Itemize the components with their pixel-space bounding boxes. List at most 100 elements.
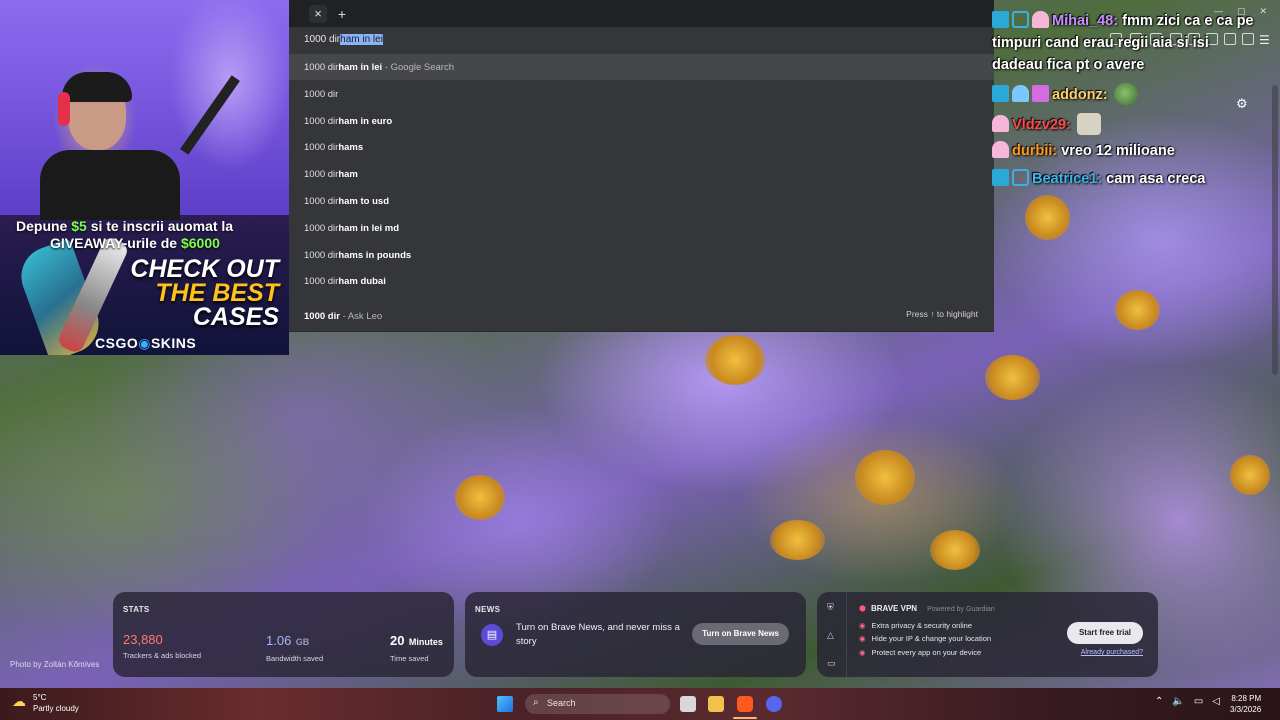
gear-icon[interactable]: ⚙ (1236, 96, 1248, 112)
omnibox-suggestion[interactable]: 1000 dirham in lei - Google Search (289, 54, 994, 80)
sponsor-banner: Depune $5 si te inscrii auomat la GIVEAW… (0, 215, 289, 355)
vpn-shield-icon[interactable]: ⛨ (827, 602, 837, 612)
omnibox-suggestion[interactable]: 1000 dirham dubai (289, 268, 994, 294)
flower-decoration (770, 520, 825, 560)
already-purchased-link[interactable]: Already purchased? (1081, 649, 1143, 656)
file-explorer-icon[interactable] (708, 696, 724, 712)
streamer-webcam: Depune $5 si te inscrii auomat la GIVEAW… (0, 0, 289, 355)
omnibox-dropdown: 1000 dirham in lei 1000 dirham in lei - … (289, 27, 994, 332)
network-icon[interactable]: ▭ (1194, 696, 1203, 707)
brave-browser-icon[interactable] (737, 696, 753, 712)
moderator-badge-icon (992, 169, 1009, 186)
check-icon: ◉ (859, 634, 866, 643)
news-title: NEWS (475, 605, 501, 614)
flower-decoration (1230, 455, 1270, 495)
check-icon: ◉ (859, 648, 866, 657)
headset-icon (58, 92, 70, 126)
chat-username: durbii: (1012, 143, 1058, 159)
news-promo-text: Turn on Brave News, and never miss a sto… (516, 622, 680, 647)
check-icon: ◉ (859, 621, 866, 630)
promo-text: Depune $5 si te inscrii auomat la (16, 218, 234, 234)
streamer-cap (62, 72, 132, 102)
trackers-value: 23,880 (123, 632, 163, 647)
ghost-badge-icon (992, 141, 1009, 158)
newspaper-icon: ▤ (481, 624, 503, 646)
frog-emote-icon (1113, 83, 1138, 105)
gift-badge-icon (1032, 85, 1049, 102)
bandwidth-value: 1.06 (266, 633, 292, 648)
page-scrollbar[interactable] (1271, 85, 1279, 380)
ghost-badge-icon (1032, 11, 1049, 28)
bandwidth-label: Bandwidth saved (266, 654, 324, 663)
vpn-title: ⬢ BRAVE VPN Powered by Guardian (859, 604, 995, 613)
vip-badge-icon (1012, 169, 1029, 186)
chat-message: Beatrice1: cam asa creca (992, 168, 1205, 190)
rewards-triangle-icon[interactable]: △ (827, 630, 837, 640)
flower-decoration (705, 335, 765, 385)
photo-credit[interactable]: Photo by Zoltán Kőmíves (10, 660, 99, 669)
streamer-body (40, 150, 180, 220)
speaker-icon[interactable]: 🔈 (1172, 696, 1184, 707)
flower-decoration (1115, 290, 1160, 330)
keyboard-hint: Press ↑ to highlight (906, 309, 978, 319)
flower-decoration (985, 355, 1040, 400)
ghost-badge-icon (992, 115, 1009, 132)
weather-widget[interactable]: ☁ 5°C Partly cloudy (12, 692, 79, 714)
vpn-feature: ◉ Protect every app on your device (859, 648, 982, 657)
clock-date: 3/3/2026 (1230, 705, 1262, 714)
omnibox-suggestion[interactable]: 1000 dirhams in pounds (289, 242, 994, 268)
bandwidth-unit: GB (295, 637, 310, 647)
windows-taskbar: ☁ 5°C Partly cloudy ⌕ Search ⌃ 🔈 ▭ ◁ 8:28 PM… (0, 688, 1280, 720)
start-free-trial-button[interactable]: Start free trial (1066, 622, 1143, 644)
time-value: 20 (390, 633, 405, 648)
news-card: NEWS ▤ Turn on Brave News, and never mis… (465, 592, 806, 677)
close-tab-icon[interactable]: × (309, 5, 327, 23)
time-label: Time saved (390, 654, 429, 663)
scrollbar-thumb[interactable] (1272, 85, 1278, 375)
omnibox-suggestion[interactable]: 1000 dir (289, 81, 994, 107)
chat-message: Mihai_48: fmm zici ca e ca pe timpuri ca… (992, 10, 1262, 76)
taskbar-search[interactable]: ⌕ Search (525, 694, 670, 714)
omnibox-suggestion[interactable]: 1000 dirhams (289, 134, 994, 160)
chat-message: durbii: vreo 12 milioane (992, 140, 1175, 162)
system-tray: ⌃ 🔈 ▭ ◁ (1155, 696, 1229, 707)
chevron-up-icon[interactable]: ⌃ (1155, 696, 1163, 707)
discord-icon[interactable] (766, 696, 782, 712)
active-app-indicator (733, 717, 757, 719)
chat-text: vreo 12 milioane (1061, 143, 1175, 159)
cat-emote-icon (1076, 113, 1101, 135)
omnibox-suggestion[interactable]: 1000 dirham to usd (289, 188, 994, 214)
start-button[interactable] (497, 696, 513, 712)
omnibox-suggestion[interactable]: 1000 dirham in lei md (289, 215, 994, 241)
chat-text: cam asa creca (1106, 171, 1206, 187)
sponsor-logo: CSGO◉SKINS (95, 335, 197, 351)
autocomplete-selection: ham in lei (340, 34, 383, 45)
promo-text: GIVEAWAY-urile de $6000 (50, 235, 220, 251)
time-stat: 20 Minutes Time saved (390, 632, 443, 663)
omnibox-suggestion[interactable]: 1000 dirham (289, 161, 994, 187)
ask-leo-suggestion[interactable]: 1000 dir - Ask Leo (289, 303, 994, 329)
trackers-label: Trackers & ads blocked (123, 651, 202, 660)
vpn-feature: ◉ Hide your IP & change your location (859, 634, 992, 643)
cards-icon[interactable]: ▭ (827, 658, 837, 668)
search-icon: ⌕ (533, 697, 539, 708)
chat-username: addonz: (1052, 87, 1108, 103)
moderator-badge-icon (992, 85, 1009, 102)
taskbar-clock[interactable]: 8:28 PM 3/3/2026 (1230, 693, 1261, 715)
promo-headline: CHECK OUT THE BEST CASES (130, 255, 279, 331)
vpn-card: ⛨ △ ▭ ⬢ BRAVE VPN Powered by Guardian ◉ Ext… (817, 592, 1158, 677)
widget-switcher: ⛨ △ ▭ (817, 592, 847, 677)
weather-condition: Partly cloudy (33, 704, 79, 713)
stats-card: STATS 23,880 Trackers & ads blocked 1.06… (113, 592, 454, 677)
omnibox-suggestion[interactable]: 1000 dirham in euro (289, 108, 994, 134)
turn-on-news-button[interactable]: Turn on Brave News (692, 623, 789, 645)
volume-icon[interactable]: ◁ (1212, 696, 1220, 707)
chat-username: Vldzv29: (1012, 117, 1071, 133)
clock-time: 8:28 PM (1231, 694, 1262, 703)
new-tab-button[interactable]: + (333, 5, 351, 23)
file-app-icon[interactable] (680, 696, 696, 712)
stats-title: STATS (123, 605, 150, 614)
time-unit: Minutes (408, 637, 443, 647)
bandwidth-stat: 1.06 GB Bandwidth saved (266, 632, 323, 663)
address-bar-input[interactable]: 1000 dirham in lei (289, 27, 994, 54)
